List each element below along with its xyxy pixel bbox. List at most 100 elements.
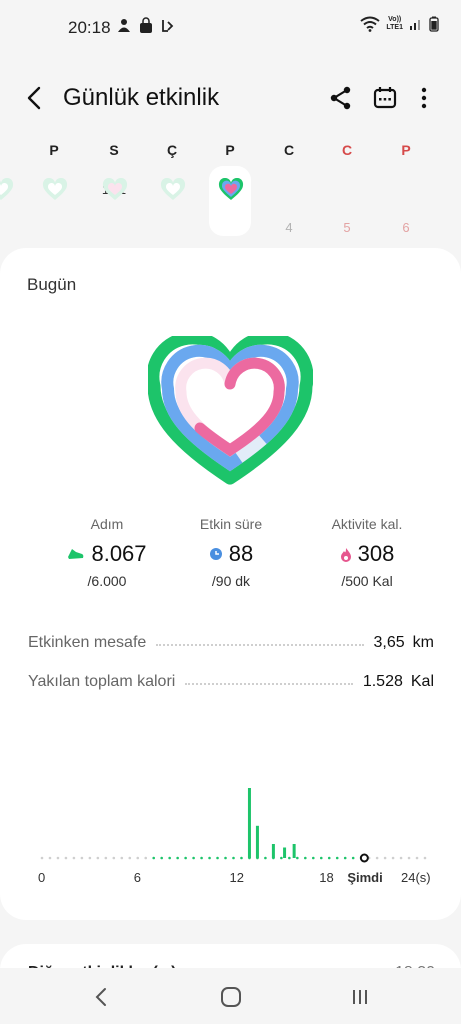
chart-tick-label: Şimdi [347,870,383,885]
activity-calories-stat[interactable]: Aktivite kal. 308 /500 Kal [302,516,432,589]
chart-baseline-dot [383,856,387,860]
chart-baseline-dot [375,856,379,860]
chart-baseline-dot [280,856,283,860]
hourly-activity-chart[interactable]: 0 6 12 18 Şimdi 24(s) [30,778,440,898]
day-heart-icon [102,178,128,200]
day-item-0[interactable]: 0 [0,140,23,200]
day-item-5[interactable]: C 5 [324,140,370,235]
chart-baseline-dot [319,856,323,860]
chart-baseline-dot [232,856,235,860]
activity-rings-heart [148,336,313,485]
steps-goal: /6.000 [87,573,127,589]
chart-baseline-dot [104,856,108,860]
chart-baseline-dot [88,856,92,860]
chart-baseline-dot [224,856,227,860]
back-arrow-icon[interactable] [22,84,46,112]
notification-icon [118,19,130,32]
chart-baseline-dot [343,856,347,860]
page-title: Günlük etkinlik [63,84,220,111]
day-item-31[interactable]: P 31 [31,140,77,200]
chart-baseline-dot [64,856,68,860]
shopping-bag-icon [140,17,152,33]
back-nav-icon[interactable] [87,982,117,1012]
home-nav-icon[interactable] [216,982,246,1012]
chart-baseline-dot [152,856,156,860]
total-calories-row: Yakılan toplam kalori 1.528 Kal [28,673,434,690]
chart-bar [292,844,296,858]
flame-icon [340,547,351,562]
signal-icon [410,20,420,30]
day-item-4[interactable]: C 4 [266,140,312,235]
chart-baseline-dot [128,856,132,860]
chart-baseline-dot [399,856,403,860]
day-heart-icon [0,178,14,200]
day-item-2[interactable]: Ç 2 [149,140,195,200]
chart-baseline-dot [216,856,219,860]
day-selector: 0 P 31 S 1/11 Ç 2 P 3 C 4 C 5 P 6 [0,140,461,240]
day-item-1-11[interactable]: S 1/11 [91,140,137,200]
payment-icon [162,20,174,32]
chart-baseline-dot [120,856,124,860]
chart-baseline-dot [240,856,243,860]
steps-value: 8.067 [91,541,147,566]
chart-baseline-dot [144,856,148,860]
chart-baseline-dot [288,856,291,860]
chart-baseline-dot [296,856,299,860]
chart-baseline-dot [136,856,140,860]
chart-baseline-dot [192,856,195,860]
recents-nav-icon[interactable] [345,982,375,1012]
wifi-icon [360,16,381,32]
day-heart-icon-active [218,178,244,200]
network-type-label: Vo)) LTE1 [386,16,403,31]
chart-baseline-dot [72,856,76,860]
active-distance-value: 3,65 [373,634,405,651]
steps-stat[interactable]: Adım 8.067 /6.000 [42,516,172,589]
dotted-leader [185,683,353,685]
chart-baseline-dot [304,856,307,860]
active-time-stat[interactable]: Etkin süre 88 /90 dk [166,516,296,589]
chart-baseline-dot [48,856,52,860]
chart-baseline-dot [112,856,116,860]
activity-calories-goal: /500 Kal [341,573,393,589]
day-heart-icon [42,178,68,200]
chart-baseline-dot [96,856,100,860]
chart-tick-label: 6 [133,870,141,885]
chart-baseline-dot [80,856,84,860]
chart-tick-label: 12 [229,870,244,885]
chart-baseline-dot [423,856,427,860]
hourly-activity-chart-svg [40,788,427,863]
calendar-icon[interactable] [372,85,398,111]
chart-baseline-dot [327,856,331,860]
chart-baseline-dot [415,856,419,860]
chart-tick-label: 18 [319,870,334,885]
shoe-icon [68,549,84,559]
day-heart-icon [160,178,186,200]
status-system-icons: Vo)) LTE1 [360,16,439,32]
chart-baseline-dot [311,856,315,860]
status-notifications [116,17,176,35]
card-heading: Bugün [27,275,77,294]
total-calories-value: 1.528 [362,673,403,690]
chart-now-marker [359,853,369,863]
chart-baseline-dot [160,856,163,860]
today-card[interactable]: Bugün Adım 8.067 /6.000 Etkin süre 88 /9… [0,248,461,920]
share-icon[interactable] [328,85,354,111]
chart-baseline-dot [40,856,44,860]
chart-baseline-dot [351,856,355,860]
app-bar: Günlük etkinlik [0,70,461,126]
active-time-goal: /90 dk [211,573,251,589]
navigation-bar [0,968,461,1024]
active-distance-row: Etkinken mesafe 3,65 km [28,634,434,651]
chart-baseline-dot [264,856,267,860]
chart-baseline-dot [335,856,339,860]
status-bar: 20:18 Vo)) LTE1 [0,0,461,56]
active-time-value: 88 [228,541,254,566]
status-time: 20:18 [68,18,111,37]
more-options-icon[interactable] [411,85,437,111]
battery-icon [429,16,439,32]
day-item-3-selected[interactable]: P 3 [207,140,253,200]
chart-baseline-dot [56,856,60,860]
chart-baseline-dot [407,856,411,860]
day-item-6[interactable]: P 6 [383,140,429,235]
chart-bar [247,788,251,858]
